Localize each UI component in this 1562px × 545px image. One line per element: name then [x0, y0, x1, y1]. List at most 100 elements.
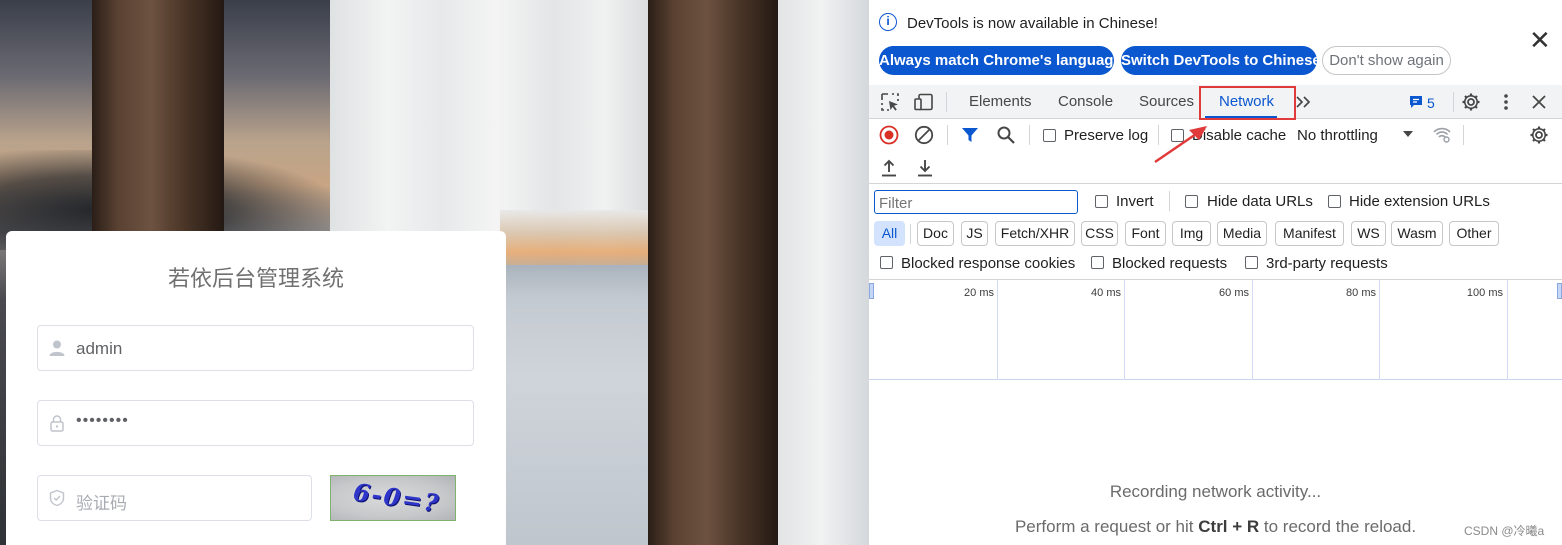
type-filter-manifest[interactable]: Manifest [1275, 221, 1344, 246]
gear-icon[interactable] [1461, 92, 1481, 112]
type-filter-wasm[interactable]: Wasm [1391, 221, 1443, 246]
reload-shortcut: Ctrl + R [1198, 517, 1260, 536]
separator [1169, 191, 1170, 211]
timeline-right-handle[interactable] [1557, 283, 1562, 299]
captcha-image-text: 6-0=? [351, 477, 443, 518]
record-stop-icon[interactable] [879, 125, 899, 145]
type-filter-img[interactable]: Img [1172, 221, 1211, 246]
timeline-left-handle[interactable] [869, 283, 874, 299]
search-icon[interactable] [996, 125, 1016, 145]
username-value: admin [76, 339, 123, 358]
third-party-requests-checkbox[interactable] [1245, 256, 1258, 269]
invert-label: Invert [1116, 193, 1154, 210]
third-party-requests-label: 3rd-party requests [1266, 255, 1388, 272]
type-filter-js[interactable]: JS [961, 221, 988, 246]
network-conditions-icon[interactable] [1432, 124, 1452, 144]
inspect-element-icon[interactable] [880, 92, 900, 112]
issues-icon[interactable] [1408, 94, 1424, 110]
type-filter-font[interactable]: Font [1125, 221, 1166, 246]
empty-hint-prefix: Perform a request or hit [1014, 517, 1199, 536]
separator [947, 125, 948, 145]
timeline-tick-label: 100 ms [1466, 287, 1503, 299]
login-page: 若依后台管理系统 admin •••••••• 验证码 6-0=? [0, 0, 869, 545]
user-icon [49, 340, 65, 356]
type-filter-css[interactable]: CSS [1081, 221, 1118, 246]
issues-count[interactable]: 5 [1427, 95, 1435, 111]
type-filter-media[interactable]: Media [1217, 221, 1267, 246]
timeline-tick-label: 20 ms [964, 287, 994, 299]
type-filter-ws[interactable]: WS [1351, 221, 1386, 246]
devtools-tabbar: Elements Console Sources Network 5 [869, 85, 1562, 120]
timeline-gridline [1379, 280, 1380, 380]
timeline-gridline [1507, 280, 1508, 380]
password-field[interactable]: •••••••• [37, 400, 474, 446]
empty-hint-suffix: to record the reload. [1259, 517, 1417, 536]
blocked-response-cookies-label: Blocked response cookies [901, 255, 1076, 272]
preserve-log-label: Preserve log [1064, 127, 1149, 144]
lock-icon [50, 415, 64, 432]
username-field[interactable]: admin [37, 325, 474, 371]
dont-show-again-button[interactable]: Don't show again [1322, 46, 1451, 75]
captcha-field[interactable]: 验证码 [37, 475, 312, 521]
type-filter-fetch-xhr[interactable]: Fetch/XHR [995, 221, 1075, 246]
network-overview-timeline[interactable]: 20 ms 40 ms 60 ms 80 ms 100 ms [869, 279, 1562, 380]
invert-checkbox[interactable] [1095, 195, 1108, 208]
devtools-panel: i DevTools is now available in Chinese! … [869, 0, 1562, 545]
import-har-icon[interactable] [879, 158, 899, 178]
type-filter-doc[interactable]: Doc [917, 221, 954, 246]
type-filter-other[interactable]: Other [1449, 221, 1499, 246]
switch-to-chinese-button[interactable]: Switch DevTools to Chinese [1121, 46, 1321, 75]
separator [910, 224, 911, 244]
throttling-select[interactable]: No throttling [1297, 127, 1378, 144]
filter-input[interactable] [874, 190, 1078, 214]
close-icon[interactable]: ✕ [1529, 27, 1551, 53]
tab-console[interactable]: Console [1058, 93, 1113, 110]
resource-type-filters: All Doc JS Fetch/XHR CSS Font Img Media … [869, 219, 1562, 249]
clear-icon[interactable] [914, 125, 934, 145]
hide-extension-urls-label: Hide extension URLs [1349, 193, 1490, 210]
blocked-filters-row: Blocked response cookies Blocked request… [869, 249, 1562, 279]
network-toolbar-secondary [869, 152, 1562, 184]
kebab-menu-icon[interactable] [1496, 92, 1516, 112]
device-toolbar-icon[interactable] [914, 92, 934, 112]
hide-extension-urls-checkbox[interactable] [1328, 195, 1341, 208]
more-tabs-icon[interactable] [1294, 92, 1314, 112]
captcha-placeholder: 验证码 [76, 494, 127, 513]
filter-row: Invert Hide data URLs Hide extension URL… [869, 185, 1562, 218]
empty-state-hint: Perform a request or hit Ctrl + R to rec… [869, 517, 1562, 537]
timeline-tick-label: 60 ms [1219, 287, 1249, 299]
timeline-gridline [997, 280, 998, 380]
separator [1463, 125, 1464, 145]
blocked-response-cookies-checkbox[interactable] [880, 256, 893, 269]
background-wood-post [648, 0, 778, 545]
shield-icon [49, 489, 65, 507]
timeline-tick-label: 40 ms [1091, 287, 1121, 299]
language-infobar: i DevTools is now available in Chinese! … [869, 0, 1562, 85]
highlight-box [1199, 86, 1296, 120]
login-title: 若依后台管理系统 [167, 266, 344, 291]
timeline-gridline [1124, 280, 1125, 380]
filter-icon[interactable] [960, 125, 980, 145]
type-filter-all[interactable]: All [874, 221, 905, 246]
login-card: 若依后台管理系统 admin •••••••• 验证码 6-0=? [6, 231, 506, 545]
network-settings-icon[interactable] [1529, 125, 1549, 145]
blocked-requests-label: Blocked requests [1112, 255, 1228, 272]
separator [946, 92, 947, 112]
preserve-log-checkbox[interactable] [1043, 129, 1056, 142]
captcha-image[interactable]: 6-0=? [330, 475, 456, 521]
watermark: CSDN @冷曦a [1464, 524, 1545, 538]
close-devtools-icon[interactable] [1529, 92, 1549, 112]
timeline-gridline [1252, 280, 1253, 380]
blocked-requests-checkbox[interactable] [1091, 256, 1104, 269]
dropdown-arrow-icon[interactable] [1401, 127, 1415, 141]
always-match-language-button[interactable]: Always match Chrome's language [879, 46, 1122, 75]
hide-data-urls-checkbox[interactable] [1185, 195, 1198, 208]
export-har-icon[interactable] [915, 158, 935, 178]
tab-sources[interactable]: Sources [1139, 93, 1194, 110]
hide-data-urls-label: Hide data URLs [1207, 193, 1313, 210]
timeline-tick-label: 80 ms [1346, 287, 1376, 299]
separator [1029, 125, 1030, 145]
empty-state-title: Recording network activity... [1109, 482, 1322, 501]
password-value: •••••••• [76, 412, 129, 429]
tab-elements[interactable]: Elements [969, 93, 1032, 110]
